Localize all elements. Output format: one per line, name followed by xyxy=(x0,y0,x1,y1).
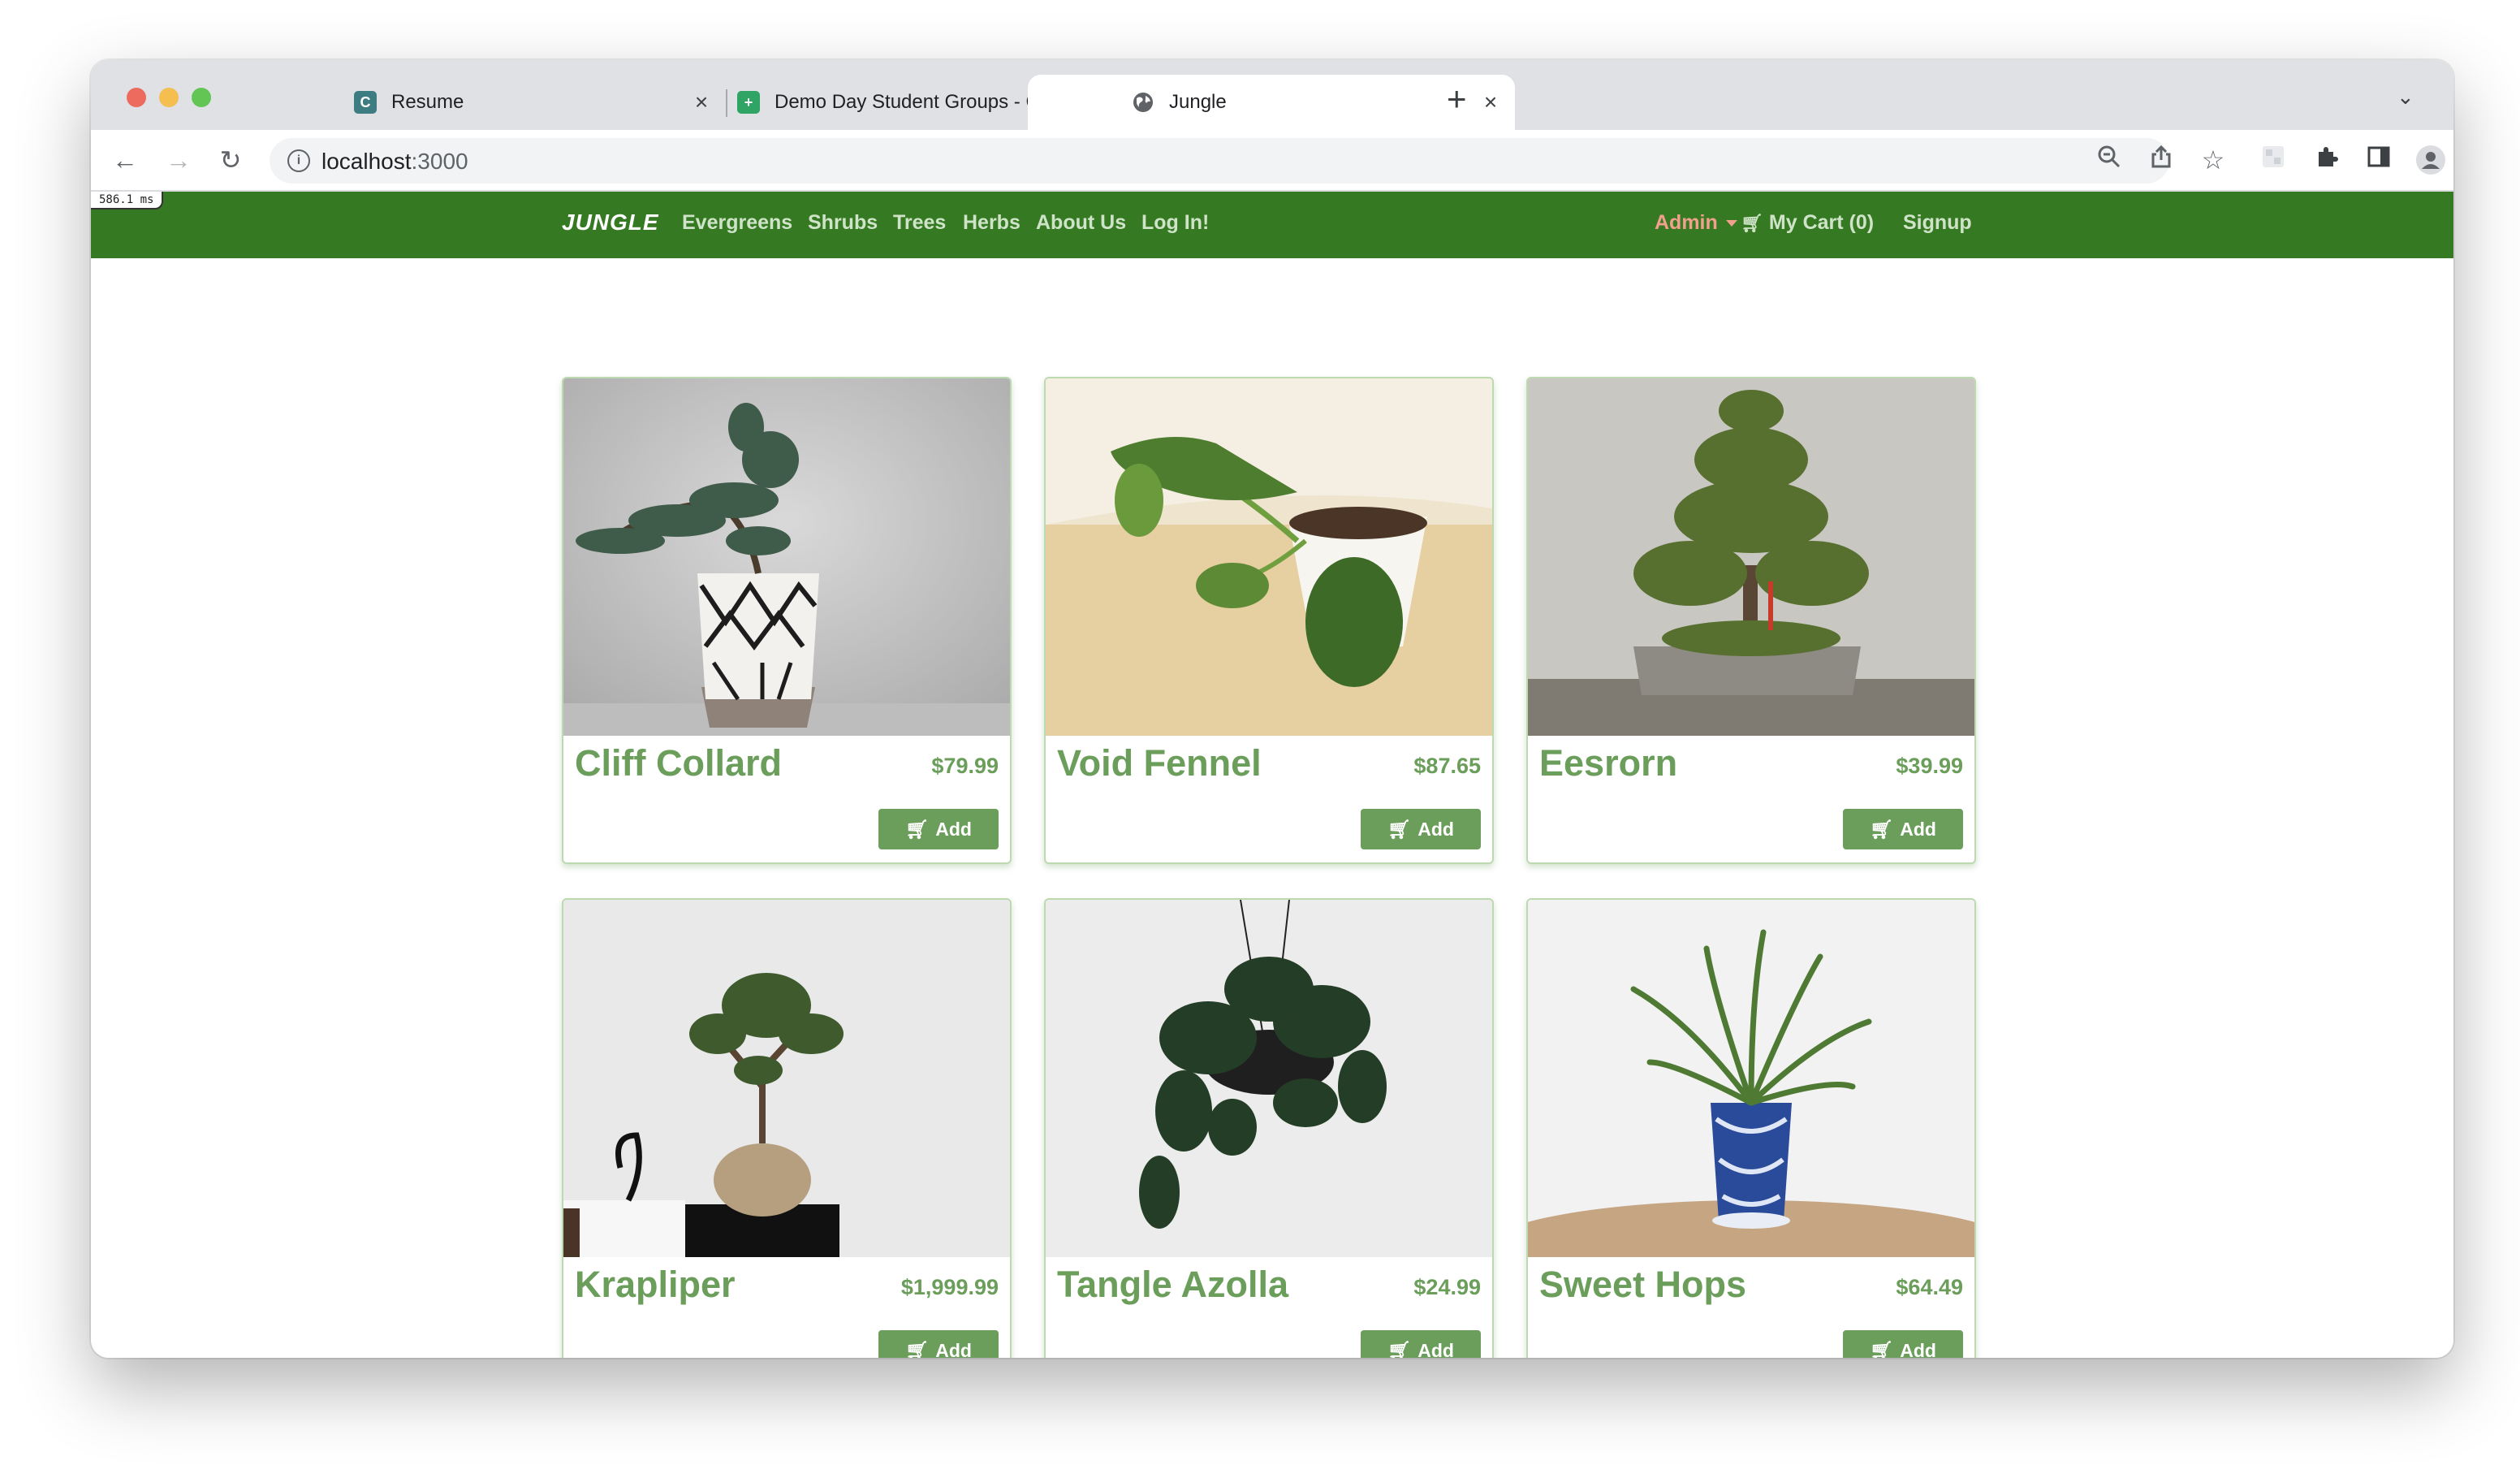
product-image[interactable] xyxy=(563,900,1010,1257)
browser-window: C Resume × + Demo Day Student Groups - G… xyxy=(91,60,2453,1358)
product-price: $79.99 xyxy=(931,754,999,778)
close-tab-icon[interactable]: × xyxy=(687,89,716,115)
product-card: Tangle Azolla $24.99 🛒︎ Add xyxy=(1044,898,1494,1358)
zoom-window-button[interactable] xyxy=(192,88,211,107)
cart-icon: 🛒︎ xyxy=(905,1339,930,1359)
globe-icon xyxy=(1132,91,1154,114)
nav-link-signup[interactable]: Signup xyxy=(1903,211,1972,235)
tab-resume[interactable]: C Resume × xyxy=(261,75,716,130)
product-price: $64.49 xyxy=(1896,1275,1963,1299)
nav-link-trees[interactable]: Trees xyxy=(893,211,946,235)
forward-arrow-icon[interactable]: → xyxy=(162,145,195,175)
add-to-cart-button[interactable]: 🛒︎ Add xyxy=(1361,809,1481,849)
product-name[interactable]: Tangle Azolla xyxy=(1057,1264,1288,1306)
tab-title: Resume xyxy=(391,91,464,113)
product-name[interactable]: Sweet Hops xyxy=(1539,1264,1746,1306)
product-image[interactable] xyxy=(1528,900,1974,1257)
new-tab-button[interactable]: + xyxy=(1447,75,1467,123)
caret-down-icon xyxy=(1725,220,1737,227)
cart-icon: 🛒︎ xyxy=(1741,213,1763,233)
cart-icon: 🛒︎ xyxy=(905,818,930,840)
product-image[interactable] xyxy=(1528,378,1974,736)
site-info-icon[interactable]: i xyxy=(287,149,310,172)
nav-link-shrubs[interactable]: Shrubs xyxy=(808,211,878,235)
tab-title: Jungle xyxy=(1169,91,1227,113)
browser-toolbar: ← → ↻ i localhost:3000 ☆ ⋮ xyxy=(91,130,2453,192)
tab-separator xyxy=(726,89,727,117)
add-to-cart-button[interactable]: 🛒︎ Add xyxy=(1843,809,1963,849)
product-price: $87.65 xyxy=(1413,754,1481,778)
admin-dropdown[interactable]: Admin xyxy=(1655,211,1737,235)
cart-icon: 🛒︎ xyxy=(1387,1339,1412,1359)
product-price: $39.99 xyxy=(1896,754,1963,778)
product-card: Eesrorn $39.99 🛒︎ Add xyxy=(1526,377,1976,864)
product-card: Void Fennel $87.65 🛒︎ Add xyxy=(1044,377,1494,864)
zoom-icon[interactable] xyxy=(2093,145,2125,177)
product-price: $1,999.99 xyxy=(900,1275,999,1299)
product-card: Sweet Hops $64.49 🛒︎ Add xyxy=(1526,898,1976,1358)
reload-icon[interactable]: ↻ xyxy=(214,145,247,175)
back-arrow-icon[interactable]: ← xyxy=(109,145,141,175)
product-image[interactable] xyxy=(563,378,1010,736)
brand-logo[interactable]: JUNGLE xyxy=(562,210,659,236)
my-cart-link[interactable]: 🛒︎ My Cart (0) xyxy=(1741,211,1874,235)
site-navbar: JUNGLE Evergreens Shrubs Trees Herbs Abo… xyxy=(91,192,2453,258)
sheets-favicon-icon: + xyxy=(737,91,760,114)
product-name[interactable]: Cliff Collard xyxy=(575,742,782,784)
product-name[interactable]: Void Fennel xyxy=(1057,742,1262,784)
address-bar[interactable]: i localhost:3000 ☆ xyxy=(270,138,2224,184)
bookmark-star-icon[interactable]: ☆ xyxy=(2197,145,2229,175)
timing-badge: 586.1 ms xyxy=(91,192,164,210)
product-image[interactable] xyxy=(1046,900,1492,1257)
close-tab-icon[interactable]: × xyxy=(1476,89,1505,115)
url-text: localhost:3000 xyxy=(321,149,468,174)
product-name[interactable]: Krapliper xyxy=(575,1264,736,1306)
cart-icon: 🛒︎ xyxy=(1387,818,1412,840)
tab-search-chevron-icon[interactable]: ⌄ xyxy=(2397,84,2414,110)
cart-icon: 🛒︎ xyxy=(1870,818,1894,840)
nav-link-evergreens[interactable]: Evergreens xyxy=(682,211,792,235)
add-to-cart-button[interactable]: 🛒︎ Add xyxy=(878,809,999,849)
product-name[interactable]: Eesrorn xyxy=(1539,742,1677,784)
nav-link-log-in[interactable]: Log In! xyxy=(1141,211,1209,235)
product-card: Krapliper $1,999.99 🛒︎ Add xyxy=(562,898,1012,1358)
product-price: $24.99 xyxy=(1413,1275,1481,1299)
share-icon[interactable] xyxy=(2145,145,2177,175)
extension-puzzle-placeholder-icon[interactable] xyxy=(2257,145,2289,175)
side-panel-icon[interactable] xyxy=(2362,145,2395,175)
minimize-window-button[interactable] xyxy=(159,88,179,107)
add-to-cart-button[interactable]: 🛒︎ Add xyxy=(878,1330,999,1358)
page-viewport: 586.1 ms JUNGLE Evergreens Shrubs Trees … xyxy=(91,192,2453,1358)
product-image[interactable] xyxy=(1046,378,1492,736)
tab-jungle[interactable]: Jungle × xyxy=(1028,75,1515,130)
add-to-cart-button[interactable]: 🛒︎ Add xyxy=(1843,1330,1963,1358)
add-to-cart-button[interactable]: 🛒︎ Add xyxy=(1361,1330,1481,1358)
extensions-puzzle-icon[interactable] xyxy=(2311,145,2343,175)
resume-favicon-icon: C xyxy=(354,91,377,114)
cart-icon: 🛒︎ xyxy=(1870,1339,1894,1359)
profile-avatar-icon[interactable] xyxy=(2414,145,2447,182)
product-card: Cliff Collard $79.99 🛒︎ Add xyxy=(562,377,1012,864)
tab-strip: C Resume × + Demo Day Student Groups - G… xyxy=(91,60,2453,130)
close-window-button[interactable] xyxy=(127,88,146,107)
nav-link-herbs[interactable]: Herbs xyxy=(963,211,1021,235)
nav-link-about-us[interactable]: About Us xyxy=(1036,211,1126,235)
